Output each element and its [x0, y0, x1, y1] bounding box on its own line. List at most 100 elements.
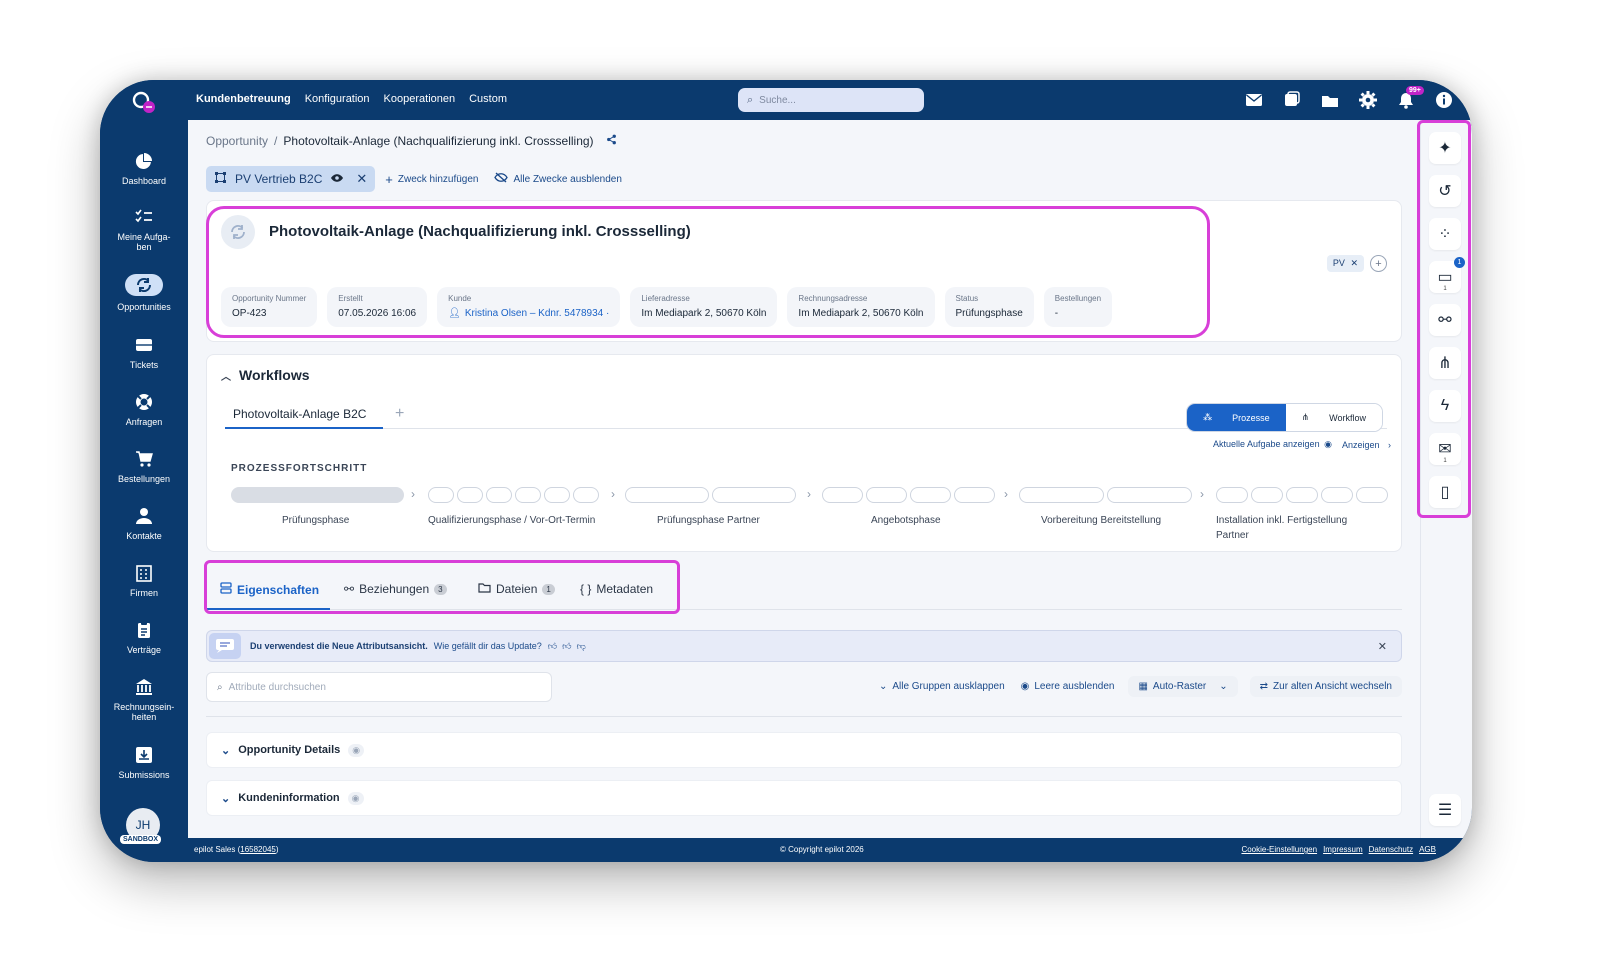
tab-workflow-pv[interactable]: Photovoltaik-Anlage B2C [233, 407, 366, 421]
eye-off-icon [494, 172, 509, 186]
add-workflow-button[interactable]: + [395, 405, 404, 423]
grid-icon: ▦ [1138, 681, 1148, 692]
chevron-right-icon: › [1388, 439, 1391, 450]
toggle-workflow-label: Workflow [1329, 412, 1366, 423]
breadcrumb-separator: / [274, 134, 278, 148]
pie-chart-icon [135, 153, 152, 169]
sidebar-item-vertraege[interactable]: Verträge [100, 621, 188, 655]
privacy-link[interactable]: Datenschutz [1369, 845, 1413, 854]
sidebar-item-kontakte[interactable]: Kontakte [100, 507, 188, 541]
attribute-search-input[interactable]: ⌕ Attribute durchsuchen [206, 672, 552, 702]
nav-kundenbetreuung[interactable]: Kundenbetreuung [196, 93, 291, 105]
add-purpose-button[interactable]: + Zweck hinzufügen [385, 172, 478, 187]
sidebar-item-rechnungseinheiten[interactable]: Rechnungsein- heiten [100, 678, 188, 722]
sidebar-item-opportunities[interactable]: Opportunities [100, 274, 188, 312]
terms-link[interactable]: AGB [1419, 845, 1436, 854]
phase-steps[interactable] [1019, 487, 1195, 508]
breadcrumb: Opportunity / Photovoltaik-Anlage (Nachq… [206, 134, 617, 148]
add-tag-button[interactable]: + [1370, 255, 1387, 272]
auto-grid-select[interactable]: ▦ Auto-Raster ⌄ [1128, 676, 1238, 697]
tag-pv[interactable]: PV ✕ [1326, 255, 1364, 272]
search-placeholder: Suche... [759, 94, 796, 106]
hide-empty-button[interactable]: ◉ Leere ausblenden [1019, 676, 1117, 697]
share-icon[interactable] [606, 134, 617, 148]
sidebar-label: Tickets [129, 360, 159, 370]
sidebar-item-dashboard[interactable]: Dashboard [100, 152, 188, 186]
sidebar-label: Dashboard [121, 176, 167, 186]
switch-icon: ⇄ [1259, 681, 1269, 692]
close-icon[interactable]: ✕ [1378, 640, 1387, 653]
chevron-up-icon: ︿ [221, 371, 231, 383]
cart-icon [136, 451, 153, 467]
org-id-link[interactable]: 16582045 [240, 845, 276, 854]
expand-all-button[interactable]: ⌄ Alle Gruppen ausklappen [877, 676, 1007, 697]
imprint-link[interactable]: Impressum [1323, 845, 1363, 854]
cookie-settings-link[interactable]: Cookie-Einstellungen [1241, 845, 1317, 854]
phase-steps[interactable] [625, 487, 799, 508]
phase-step [1216, 487, 1248, 503]
folder-icon[interactable] [1320, 90, 1340, 110]
phase-steps[interactable] [1216, 487, 1391, 508]
old-view-button[interactable]: ⇄ Zur alten Ansicht wechseln [1249, 676, 1402, 697]
close-icon[interactable]: ✕ [356, 171, 367, 187]
nav-custom[interactable]: Custom [469, 93, 507, 105]
workflows-card: ︿ Workflows Photovoltaik-Anlage B2C + ⁂ Pr… [206, 354, 1402, 552]
mail-icon[interactable] [1244, 90, 1264, 110]
sidebar-label: Rechnungsein- heiten [113, 702, 175, 722]
eye-icon: ◉ [1324, 439, 1332, 449]
phase-label: Angebotsphase [871, 515, 941, 526]
thumbs-down-icon[interactable]: 👎︎ [577, 641, 586, 652]
divider [206, 716, 1402, 717]
global-search-input[interactable]: ⌕ Suche... [738, 88, 924, 112]
plus-icon: + [385, 171, 393, 187]
sidebar-item-tickets[interactable]: Tickets [100, 336, 188, 370]
info-icon[interactable] [1434, 90, 1454, 110]
layout-icon: ☰ [1437, 802, 1453, 819]
notes-icon[interactable] [1282, 90, 1302, 110]
breadcrumb-root[interactable]: Opportunity [206, 134, 268, 148]
old-view-label: Zur alten Ansicht wechseln [1273, 681, 1392, 692]
show-current-task-link[interactable]: Aktuelle Aufgabe anzeigen ◉ [1213, 439, 1332, 450]
show-link[interactable]: Anzeigen › [1342, 440, 1391, 450]
nav-kooperationen[interactable]: Kooperationen [384, 93, 456, 105]
search-icon: ⌕ [217, 681, 223, 693]
workflow-icon [214, 171, 227, 187]
close-icon[interactable]: ✕ [1350, 258, 1358, 268]
show-current-task-label: Aktuelle Aufgabe anzeigen [1212, 439, 1320, 449]
phase-steps[interactable] [822, 487, 998, 508]
thumbs-up-icon[interactable]: 👍︎ [548, 641, 557, 652]
gear-icon[interactable] [1358, 90, 1378, 110]
purpose-chip[interactable]: PV Vertrieb B2C ✕ [206, 166, 376, 192]
phase-steps[interactable] [231, 487, 407, 508]
eye-icon[interactable]: ◉ [347, 791, 364, 805]
toggle-workflow[interactable]: ⋔ Workflow [1285, 404, 1382, 431]
eye-icon[interactable]: ◉ [348, 743, 365, 757]
sidebar-label: Submissions [118, 770, 170, 780]
sidebar-item-anfragen[interactable]: Anfragen [100, 393, 188, 427]
sidebar-item-submissions[interactable]: Submissions [100, 746, 188, 780]
footer: epilot Sales (16582045) © Copyright epil… [188, 838, 1472, 862]
workflows-header[interactable]: ︿ Workflows [221, 367, 310, 383]
active-tab-indicator [225, 427, 383, 429]
bell-icon[interactable]: 99+ [1396, 86, 1424, 110]
group-title: Opportunity Details [238, 744, 341, 756]
sidebar-item-bestellungen[interactable]: Bestellungen [100, 450, 188, 484]
phase-steps[interactable] [428, 487, 602, 508]
notification-badge: 99+ [1406, 86, 1424, 95]
epilot-logo[interactable] [130, 89, 158, 117]
eye-icon[interactable] [330, 172, 344, 186]
phase-step [515, 487, 541, 503]
contract-icon [138, 622, 150, 638]
toggle-processes[interactable]: ⁂ Prozesse [1187, 404, 1286, 431]
hide-purposes-button[interactable]: Alle Zwecke ausblenden [494, 172, 622, 186]
group-kundeninformation[interactable]: ⌄ Kundeninformation ◉ [206, 780, 1402, 816]
group-opportunity-details[interactable]: ⌄ Opportunity Details ◉ [206, 732, 1402, 768]
sidebar-item-firmen[interactable]: Firmen [100, 564, 188, 598]
thumbs-up-icon[interactable]: 👍︎ [562, 641, 571, 652]
nav-konfiguration[interactable]: Konfiguration [305, 93, 370, 105]
bank-icon [136, 679, 152, 695]
sidebar-label: Bestellungen [117, 474, 171, 484]
purpose-row: PV Vertrieb B2C ✕ + Zweck hinzufügen Alle… [206, 166, 622, 192]
sidebar-item-tasks[interactable]: Meine Aufga- ben [100, 208, 188, 252]
layout-button[interactable]: ☰ [1429, 794, 1461, 826]
